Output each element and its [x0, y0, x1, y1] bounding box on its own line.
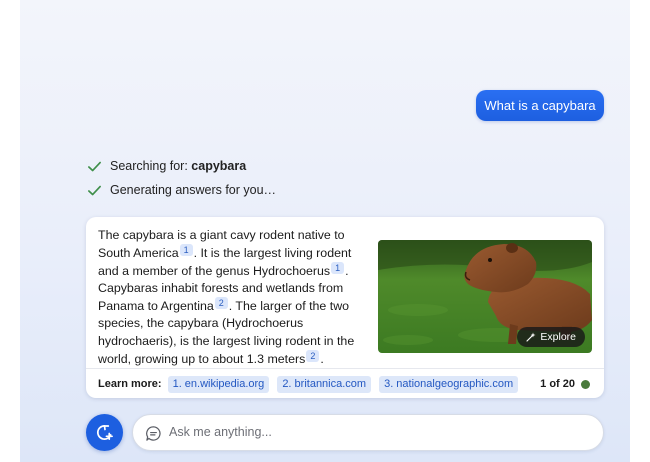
citation-marker[interactable]: 1: [179, 244, 193, 257]
ask-placeholder: Ask me anything...: [169, 425, 272, 439]
chat-panel: What is a capybara Searching for: capyba…: [20, 0, 630, 462]
chat-bubble-icon: [146, 426, 161, 441]
sparkle-wand-icon: [526, 332, 536, 342]
citation-marker[interactable]: 2: [306, 349, 320, 362]
source-link-natgeo[interactable]: 3. nationalgeographic.com: [379, 375, 519, 393]
search-query: capybara: [191, 159, 247, 173]
counter-dot: [581, 379, 590, 389]
citation-marker[interactable]: 1: [331, 262, 345, 275]
answer-card: The capybara is a giant cavy rodent nati…: [86, 217, 604, 398]
answer-text: The capybara is a giant cavy rodent nati…: [98, 228, 355, 366]
source-link-wikipedia[interactable]: 1. en.wikipedia.org: [167, 375, 270, 393]
citation-marker[interactable]: 2: [214, 297, 228, 310]
status-text: Generating answers for you…: [110, 183, 277, 197]
status-text: Searching for:: [110, 159, 192, 173]
page-counter: 1 of 20: [540, 378, 575, 390]
ask-input[interactable]: Ask me anything...: [132, 414, 604, 451]
learn-more-label: Learn more:: [98, 378, 162, 390]
capybara-image[interactable]: Explore: [378, 240, 592, 353]
card-divider: [86, 368, 604, 369]
status-searching: Searching for: capybara: [87, 157, 246, 175]
learn-more-row: Learn more: 1. en.wikipedia.org 2. brita…: [98, 375, 592, 393]
checkmark-icon: [88, 185, 101, 195]
checkmark-icon: [88, 161, 101, 171]
explore-button[interactable]: Explore: [517, 327, 585, 347]
new-topic-icon: [96, 424, 113, 441]
user-message-bubble: What is a capybara: [476, 90, 604, 121]
source-link-britannica[interactable]: 2. britannica.com: [277, 375, 372, 393]
status-generating: Generating answers for you…: [87, 181, 276, 199]
new-topic-button[interactable]: [86, 414, 123, 451]
